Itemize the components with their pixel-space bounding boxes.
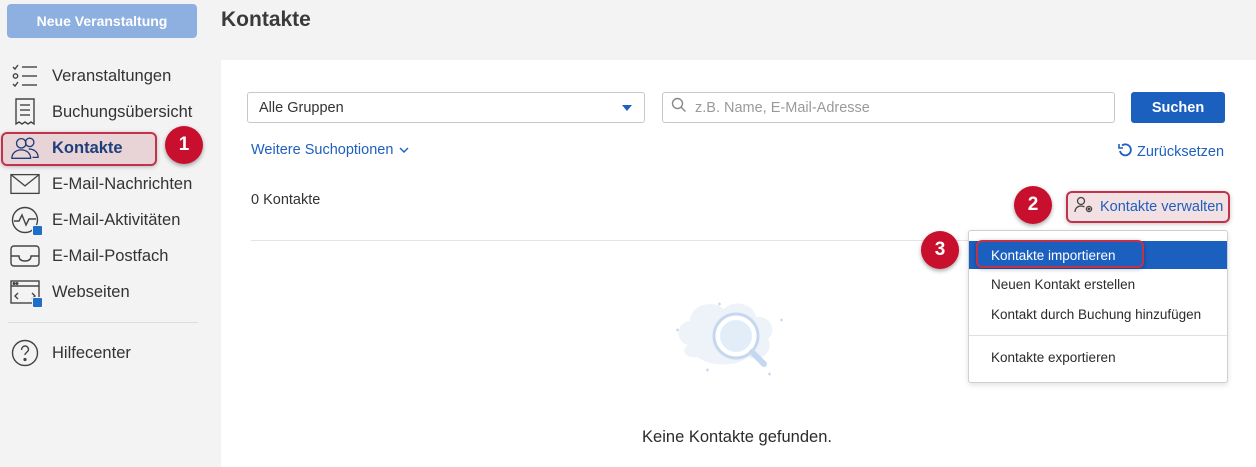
empty-search-illustration [668, 290, 798, 385]
sidebar-item-help-center[interactable]: Hilfecenter [0, 335, 205, 371]
envelope-icon [10, 169, 40, 199]
sidebar-item-bookings[interactable]: Buchungsübersicht [0, 94, 205, 130]
sidebar-item-email-messages[interactable]: E-Mail-Nachrichten [0, 166, 205, 202]
sidebar-item-email-activities[interactable]: E-Mail-Aktivitäten [0, 202, 205, 238]
highlight-frame [976, 240, 1144, 268]
lock-icon [32, 225, 43, 236]
empty-state-message: Keine Kontakte gefunden. [642, 428, 832, 446]
sidebar-item-label: E-Mail-Aktivitäten [52, 210, 181, 229]
sidebar-item-events[interactable]: Veranstaltungen [0, 58, 205, 94]
lock-icon [32, 297, 43, 308]
results-divider [251, 240, 971, 241]
more-options-label: Weitere Suchoptionen [251, 142, 394, 158]
sidebar-item-label: E-Mail-Nachrichten [52, 174, 193, 193]
search-field[interactable] [662, 92, 1115, 123]
new-event-button[interactable]: Neue Veranstaltung [7, 4, 197, 38]
contact-count: 0 Kontakte [251, 192, 321, 208]
sidebar-item-websites[interactable]: Webseiten [0, 274, 205, 310]
menu-item-create-contact[interactable]: Neuen Kontakt erstellen [969, 270, 1227, 298]
inbox-icon [10, 241, 40, 271]
menu-item-add-by-booking[interactable]: Kontakt durch Buchung hinzufügen [969, 300, 1227, 328]
caret-down-icon [622, 105, 632, 111]
sidebar-item-label: E-Mail-Postfach [52, 246, 169, 265]
manage-contacts-label: Kontakte verwalten [1100, 199, 1224, 215]
menu-divider [969, 335, 1227, 336]
menu-item-export-contacts[interactable]: Kontakte exportieren [969, 343, 1227, 371]
sidebar-item-label: Webseiten [52, 282, 130, 301]
group-select-value: Alle Gruppen [259, 99, 344, 116]
page-title: Kontakte [221, 8, 311, 31]
chevron-down-icon [399, 142, 409, 158]
sidebar-divider [8, 322, 198, 323]
group-select[interactable]: Alle Gruppen [247, 92, 645, 123]
reset-label: Zurücksetzen [1137, 144, 1225, 160]
help-icon [10, 338, 40, 368]
annotation-badge-1: 1 [165, 126, 203, 164]
manage-contacts-button[interactable]: Kontakte verwalten [1066, 191, 1230, 223]
search-icon [671, 97, 687, 118]
user-settings-icon [1074, 196, 1094, 218]
sidebar: Veranstaltungen Buchungsübersicht Kontak… [0, 58, 205, 371]
search-input[interactable] [695, 99, 1095, 116]
sidebar-item-label: Veranstaltungen [52, 66, 172, 85]
reset-icon [1117, 142, 1133, 162]
sidebar-item-email-inbox[interactable]: E-Mail-Postfach [0, 238, 205, 274]
annotation-badge-2: 2 [1014, 186, 1052, 224]
search-button[interactable]: Suchen [1131, 92, 1225, 123]
people-icon [10, 133, 40, 163]
activity-icon [10, 205, 43, 236]
sidebar-item-label: Kontakte [52, 138, 123, 157]
sidebar-item-label: Hilfecenter [52, 343, 131, 362]
annotation-badge-3: 3 [921, 231, 959, 269]
checklist-icon [10, 61, 40, 91]
receipt-icon [10, 97, 40, 127]
browser-icon [10, 277, 43, 308]
reset-link[interactable]: Zurücksetzen [1117, 142, 1224, 162]
more-search-options-link[interactable]: Weitere Suchoptionen [251, 142, 409, 158]
sidebar-item-label: Buchungsübersicht [52, 102, 193, 121]
